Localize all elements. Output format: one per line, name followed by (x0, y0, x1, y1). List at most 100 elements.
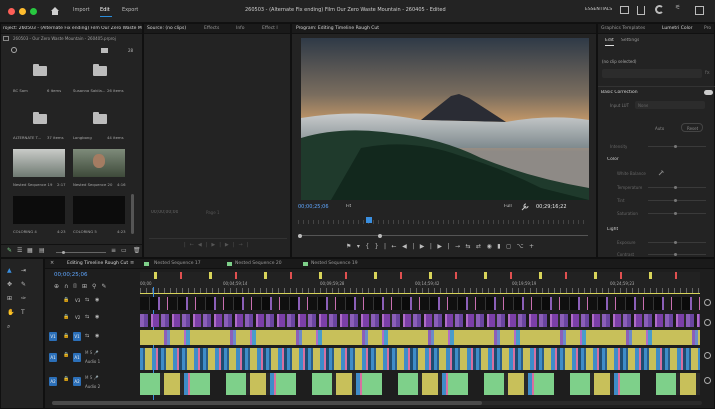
menu-import[interactable]: Import (73, 7, 90, 13)
color-section-heading[interactable]: Color (607, 157, 619, 162)
track-label[interactable]: V2 (75, 315, 80, 320)
tab-pro[interactable]: Pro (704, 26, 711, 31)
selection-tool-icon[interactable]: ▲ (7, 268, 12, 274)
clip-thumbnail[interactable] (73, 196, 125, 224)
menu-export[interactable]: Export (122, 7, 138, 13)
eyedropper-icon[interactable] (658, 170, 664, 176)
list-view-icon[interactable]: ☰ (17, 248, 22, 254)
minimize-window-button[interactable] (19, 8, 26, 15)
source-timecode[interactable]: 00;00;00;00 (151, 210, 178, 215)
reset-button[interactable]: Reset (681, 123, 703, 132)
zoom-window-button[interactable] (30, 8, 37, 15)
source-page[interactable]: Page 1 (206, 210, 220, 215)
tab-source[interactable]: Source: (no clips) (147, 26, 186, 31)
clip-select-dropdown[interactable] (602, 69, 702, 78)
clip-a1[interactable] (140, 348, 700, 370)
tab-sequence[interactable]: Nested Sequence 20 (235, 261, 282, 266)
work-area-bar[interactable] (140, 293, 700, 294)
zoom-slider[interactable] (56, 251, 106, 254)
tint-slider[interactable] (648, 199, 706, 202)
program-transport-controls[interactable]: ⚑▾{}|←◀|▶|▶|→⇆⇄◉▮◻⌥+ (346, 243, 540, 250)
mute-toggle[interactable]: M S 🎤 (85, 350, 99, 355)
marker-row[interactable] (140, 272, 700, 279)
home-icon[interactable] (50, 6, 60, 16)
clip-v1[interactable] (140, 330, 700, 345)
quality-dropdown[interactable]: Full (504, 204, 512, 209)
menu-edit[interactable]: Edit (100, 7, 110, 13)
timeline-scrollbar[interactable] (52, 401, 702, 405)
basic-correction-heading[interactable]: Basic Correction (601, 90, 638, 95)
sort-icon[interactable]: ≡ (111, 248, 116, 254)
tab-sequence[interactable]: Nested Sequence 19 (311, 261, 358, 266)
lock-icon[interactable]: 🔒 (63, 377, 69, 382)
saturation-slider[interactable] (648, 212, 706, 215)
zoom-tool-icon[interactable]: ⌕ (7, 324, 10, 330)
program-video-frame[interactable] (301, 38, 589, 200)
light-section-heading[interactable]: Light (607, 227, 618, 232)
basic-correction-toggle[interactable] (704, 90, 713, 95)
source-patch-a2[interactable]: A2 (49, 377, 57, 386)
panel-menu-icon[interactable]: ≡ (130, 261, 134, 266)
workspace-label[interactable]: ESSENTIALS (585, 7, 612, 12)
timeline-tools[interactable]: ⊕∩⌷⊞⚲✎ (54, 283, 111, 291)
freeform-view-icon[interactable]: ▤ (39, 248, 45, 254)
scrollbar[interactable] (131, 194, 134, 234)
source-scrubber[interactable] (149, 238, 287, 239)
tab-sequence[interactable]: Nested Sequence 17 (154, 261, 201, 266)
contrast-slider[interactable] (648, 253, 706, 256)
lock-icon[interactable]: 🔒 (63, 334, 69, 339)
sync-icon[interactable]: ⇆ (85, 315, 89, 320)
tab-info[interactable]: Info (236, 26, 245, 31)
temperature-slider[interactable] (648, 186, 706, 189)
share-icon[interactable] (637, 6, 645, 15)
folder-icon[interactable]: ▭ (121, 248, 127, 254)
exposure-knob[interactable] (674, 241, 677, 244)
input-lut-dropdown[interactable]: None (635, 101, 705, 109)
temperature-knob[interactable] (674, 186, 677, 189)
sync-icon[interactable]: ⇆ (85, 298, 89, 303)
type-tool-icon[interactable]: T (21, 310, 25, 316)
pencil-icon[interactable]: ✎ (7, 248, 12, 254)
fit-dropdown[interactable]: Fit (346, 204, 351, 209)
bin-icon[interactable] (93, 112, 107, 124)
track-label[interactable]: V1 (73, 332, 81, 341)
close-icon[interactable]: × (50, 261, 54, 266)
clip-thumbnail[interactable] (13, 149, 65, 177)
quick-actions-icon[interactable]: ⚟ (675, 5, 680, 11)
intensity-knob[interactable] (674, 145, 677, 148)
vertical-scroll-handle[interactable] (704, 299, 711, 306)
wrench-icon[interactable] (521, 203, 529, 211)
track-label[interactable]: V3 (75, 298, 80, 303)
subtab-settings[interactable]: Settings (621, 38, 639, 43)
subtab-edit[interactable]: Edit (605, 38, 614, 43)
scroll-start-handle[interactable] (298, 234, 302, 238)
ripple-edit-tool-icon[interactable]: ✥ (7, 282, 12, 288)
eye-icon[interactable]: ◉ (95, 315, 99, 320)
scroll-end-handle[interactable] (378, 234, 382, 238)
icon-view-icon[interactable]: ▦ (27, 248, 33, 254)
track-label[interactable]: A1 (73, 353, 81, 362)
bin-icon[interactable] (33, 64, 47, 76)
timeline-timecode[interactable]: 00;00;25;06 (54, 272, 88, 278)
tab-lumetri-color[interactable]: Lumetri Color (662, 26, 692, 31)
tab-graphics-templates[interactable]: Graphics Templates (601, 26, 645, 31)
tint-knob[interactable] (674, 199, 677, 202)
program-timecode[interactable]: 00;00;25;06 (298, 204, 329, 210)
zoom-slider-knob[interactable] (62, 251, 65, 254)
eye-icon[interactable]: ◉ (95, 334, 99, 339)
bin-icon[interactable] (33, 112, 47, 124)
tab-program[interactable]: Program: Editing Timeline Rough Cut (296, 26, 379, 31)
timeline-scroll-thumb[interactable] (52, 401, 482, 405)
razor-tool-icon[interactable]: ✎ (21, 282, 26, 288)
exposure-slider[interactable] (648, 241, 706, 244)
source-patch-v1[interactable]: V1 (49, 332, 57, 341)
trash-icon[interactable]: 🗑 (133, 248, 141, 254)
fx-icon[interactable]: fx (705, 70, 710, 76)
fullscreen-icon[interactable] (695, 6, 704, 15)
tab-effect-controls[interactable]: Effect I (262, 26, 278, 31)
vertical-scroll-handle[interactable] (704, 377, 711, 384)
mute-toggle[interactable]: M S 🎤 (85, 375, 99, 380)
clip-v3[interactable] (140, 297, 700, 310)
clip-thumbnail[interactable] (73, 149, 125, 177)
track-label[interactable]: A2 (73, 377, 81, 386)
